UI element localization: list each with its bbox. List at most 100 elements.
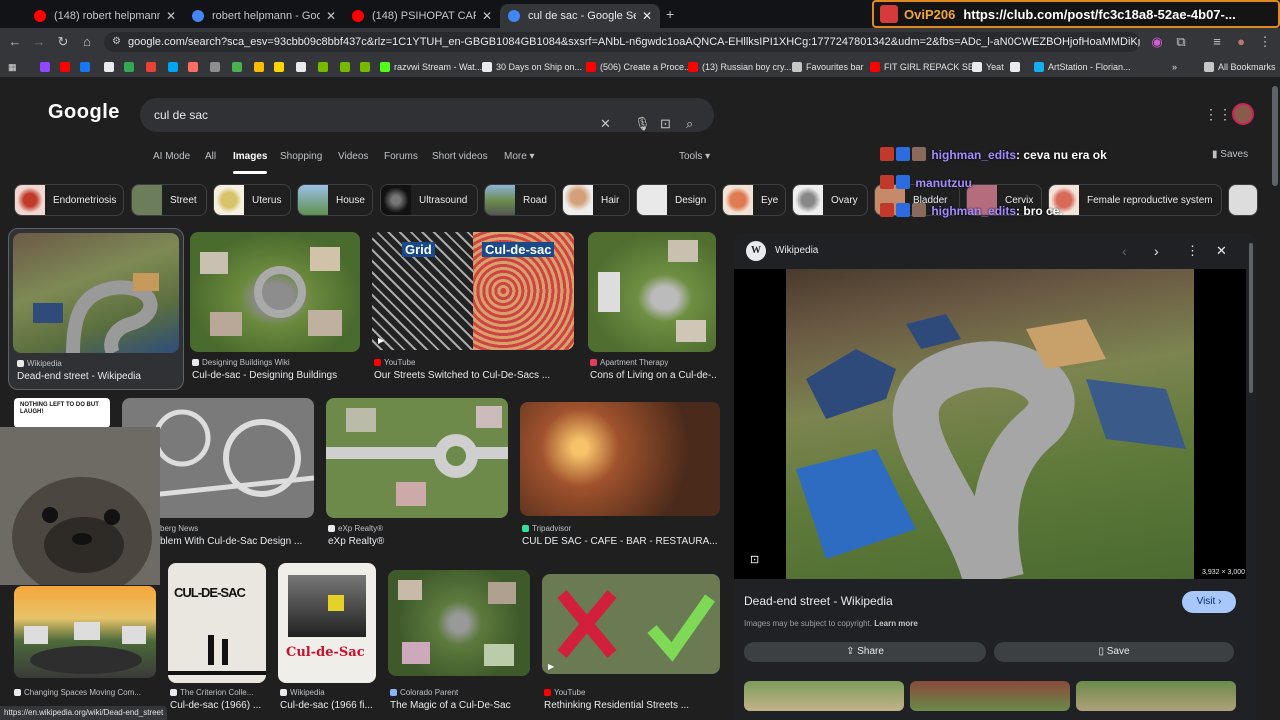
tab-shopping[interactable]: Shopping bbox=[280, 151, 322, 162]
bookmark-icon[interactable] bbox=[80, 59, 94, 75]
bookmark-link[interactable]: ArtStation - Florian... bbox=[1034, 59, 1131, 75]
tab-short-videos[interactable]: Short videos bbox=[432, 151, 488, 162]
clear-search-icon[interactable]: ✕ bbox=[600, 107, 611, 141]
lens-camera-icon[interactable]: ⊡ bbox=[660, 107, 671, 141]
tab-videos[interactable]: Videos bbox=[338, 151, 368, 162]
search-input[interactable]: cul de sac ✕ 🎙 ⊡ ⌕ bbox=[140, 98, 714, 132]
image-result[interactable]: Grid Cul-de-sac ▶ YouTube Our Streets Sw… bbox=[372, 232, 574, 392]
all-bookmarks-folder[interactable]: All Bookmarks bbox=[1204, 59, 1276, 75]
image-result[interactable]: Tripadvisor CUL DE SAC - CAFE - BAR - RE… bbox=[520, 402, 720, 558]
chip-eye[interactable]: Eye bbox=[722, 184, 786, 216]
image-result[interactable]: CUL-DE-SAC The Criterion Colle... Cul-de… bbox=[168, 563, 266, 713]
panel-source[interactable]: Wikipedia bbox=[775, 245, 818, 256]
chip-uterus[interactable]: Uterus bbox=[213, 184, 291, 216]
bookmark-icon[interactable] bbox=[124, 59, 138, 75]
tools-button[interactable]: Tools ▾ bbox=[679, 151, 710, 162]
image-result[interactable]: Cul-de-Sac Wikipedia Cul-de-sac (1966 fi… bbox=[278, 563, 376, 713]
bookmark-icon[interactable] bbox=[168, 59, 182, 75]
panel-title[interactable]: Dead-end street - Wikipedia bbox=[744, 594, 893, 608]
result-caption[interactable]: Cul-de-sac - Designing Buildings bbox=[192, 370, 360, 381]
chip-design[interactable]: Design bbox=[636, 184, 716, 216]
new-tab-icon[interactable]: + bbox=[666, 6, 674, 22]
visit-button[interactable]: Visit › bbox=[1182, 591, 1236, 613]
chip-female-reproductive-system[interactable]: Female reproductive system bbox=[1048, 184, 1222, 216]
account-avatar[interactable] bbox=[1232, 103, 1254, 125]
related-image[interactable] bbox=[1076, 681, 1236, 711]
site-info-icon[interactable]: ⚙ bbox=[112, 32, 121, 52]
microphone-icon[interactable]: 🎙 bbox=[634, 107, 651, 141]
bookmark-icon[interactable] bbox=[210, 59, 224, 75]
extension-icon[interactable]: ◉ bbox=[1148, 33, 1166, 51]
result-caption[interactable]: CUL DE SAC - CAFE - BAR - RESTAURA... bbox=[522, 536, 720, 547]
reload-icon[interactable]: ↻ bbox=[54, 33, 72, 51]
related-image[interactable] bbox=[910, 681, 1070, 711]
chip-more[interactable] bbox=[1228, 184, 1258, 216]
chip-endometriosis[interactable]: Endometriosis bbox=[14, 184, 124, 216]
result-caption[interactable]: Cons of Living on a Cul-de-... bbox=[590, 370, 716, 381]
image-result[interactable]: Apartment Therapy Cons of Living on a Cu… bbox=[588, 232, 716, 392]
tab-ai-mode[interactable]: AI Mode bbox=[153, 151, 190, 162]
panel-scrollbar[interactable] bbox=[1249, 243, 1253, 393]
browser-tab[interactable]: (148) PSIHOPAT CARE POSTEAZA ✕ bbox=[344, 4, 500, 28]
tab-forums[interactable]: Forums bbox=[384, 151, 418, 162]
browser-tab[interactable]: robert helpmann - Google Search ✕ bbox=[184, 4, 344, 28]
page-scrollbar[interactable] bbox=[1272, 86, 1278, 186]
image-result[interactable]: NOTHING LEFT TO DO BUT LAUGH! bbox=[14, 398, 110, 428]
profile-avatar-icon[interactable]: ● bbox=[1232, 33, 1250, 51]
bookmark-icon[interactable] bbox=[1010, 59, 1024, 75]
bookmark-icon[interactable] bbox=[104, 59, 118, 75]
lens-icon[interactable]: ⊡ bbox=[750, 553, 759, 566]
bookmark-icon[interactable] bbox=[340, 59, 354, 75]
apps-grid-icon[interactable]: ▦ bbox=[8, 59, 17, 75]
result-caption[interactable]: eXp Realty® bbox=[328, 536, 508, 547]
forward-icon[interactable]: → bbox=[30, 33, 48, 51]
chip-street[interactable]: Street bbox=[131, 184, 207, 216]
tab-images[interactable]: Images bbox=[233, 151, 268, 174]
chip-ovary[interactable]: Ovary bbox=[792, 184, 868, 216]
google-apps-icon[interactable]: ⋮⋮ bbox=[1204, 106, 1232, 123]
tab-all[interactable]: All bbox=[205, 151, 216, 162]
next-icon[interactable]: › bbox=[1154, 243, 1159, 259]
menu-kebab-icon[interactable]: ⋮ bbox=[1256, 33, 1274, 51]
bookmark-link[interactable]: FIT GIRL REPACK SE... bbox=[870, 59, 981, 75]
more-options-icon[interactable]: ⋮ bbox=[1186, 243, 1199, 259]
google-logo[interactable]: Google bbox=[48, 101, 120, 124]
extensions-puzzle-icon[interactable]: ⧉ bbox=[1172, 33, 1190, 51]
bookmark-link[interactable]: razvwi Stream - Wat... bbox=[380, 59, 482, 75]
address-bar[interactable]: ⚙ google.com/search?sca_esv=93cbb09c8bbf… bbox=[104, 32, 1140, 52]
share-button[interactable]: ⇪ Share bbox=[744, 642, 986, 662]
bookmark-icon[interactable] bbox=[146, 59, 160, 75]
result-caption[interactable]: blem With Cul-de-Sac Design ... bbox=[160, 536, 314, 547]
browser-tab[interactable]: (148) robert helpmann - YouTube ✕ bbox=[26, 4, 184, 28]
bookmark-icon[interactable] bbox=[318, 59, 332, 75]
bookmark-icon[interactable] bbox=[274, 59, 288, 75]
bookmark-icon[interactable] bbox=[188, 59, 202, 75]
close-tab-icon[interactable]: ✕ bbox=[642, 9, 652, 23]
result-caption[interactable]: Rethinking Residential Streets ... bbox=[544, 700, 720, 711]
preview-image-frame[interactable]: ⊡ 3,932 × 3,000 bbox=[734, 269, 1246, 579]
bookmark-icon[interactable] bbox=[360, 59, 374, 75]
close-tab-icon[interactable]: ✕ bbox=[326, 9, 336, 23]
previous-icon[interactable]: ‹ bbox=[1122, 243, 1127, 259]
image-result[interactable]: eXp Realty® eXp Realty® bbox=[326, 398, 508, 558]
search-icon[interactable]: ⌕ bbox=[686, 107, 693, 141]
tab-search-icon[interactable]: ≡ bbox=[1208, 33, 1226, 51]
bookmark-link[interactable]: 30 Days on Ship on... bbox=[482, 59, 582, 75]
close-icon[interactable]: ✕ bbox=[1216, 243, 1227, 259]
image-result[interactable]: Changing Spaces Moving Com... bbox=[14, 586, 156, 706]
chip-road[interactable]: Road bbox=[484, 184, 556, 216]
bookmark-link[interactable]: (13) Russian boy cry... bbox=[688, 59, 791, 75]
saves-button[interactable]: ▮ Saves bbox=[1212, 149, 1248, 160]
result-caption[interactable]: Dead-end street - Wikipedia bbox=[17, 371, 177, 382]
bookmark-icon[interactable] bbox=[296, 59, 310, 75]
browser-tab-active[interactable]: cul de sac - Google Search ✕ bbox=[500, 4, 660, 28]
bookmark-icon[interactable] bbox=[40, 59, 54, 75]
close-tab-icon[interactable]: ✕ bbox=[482, 9, 492, 23]
bookmark-icon[interactable] bbox=[232, 59, 246, 75]
home-icon[interactable]: ⌂ bbox=[78, 33, 96, 51]
bookmark-icon[interactable] bbox=[60, 59, 74, 75]
image-result[interactable]: Colorado Parent The Magic of a Cul-De-Sa… bbox=[388, 570, 530, 713]
tab-more[interactable]: More ▾ bbox=[504, 151, 535, 162]
result-caption[interactable]: Our Streets Switched to Cul-De-Sacs ... bbox=[374, 370, 574, 381]
result-caption[interactable]: Cul-de-sac (1966 fi... bbox=[280, 700, 376, 711]
